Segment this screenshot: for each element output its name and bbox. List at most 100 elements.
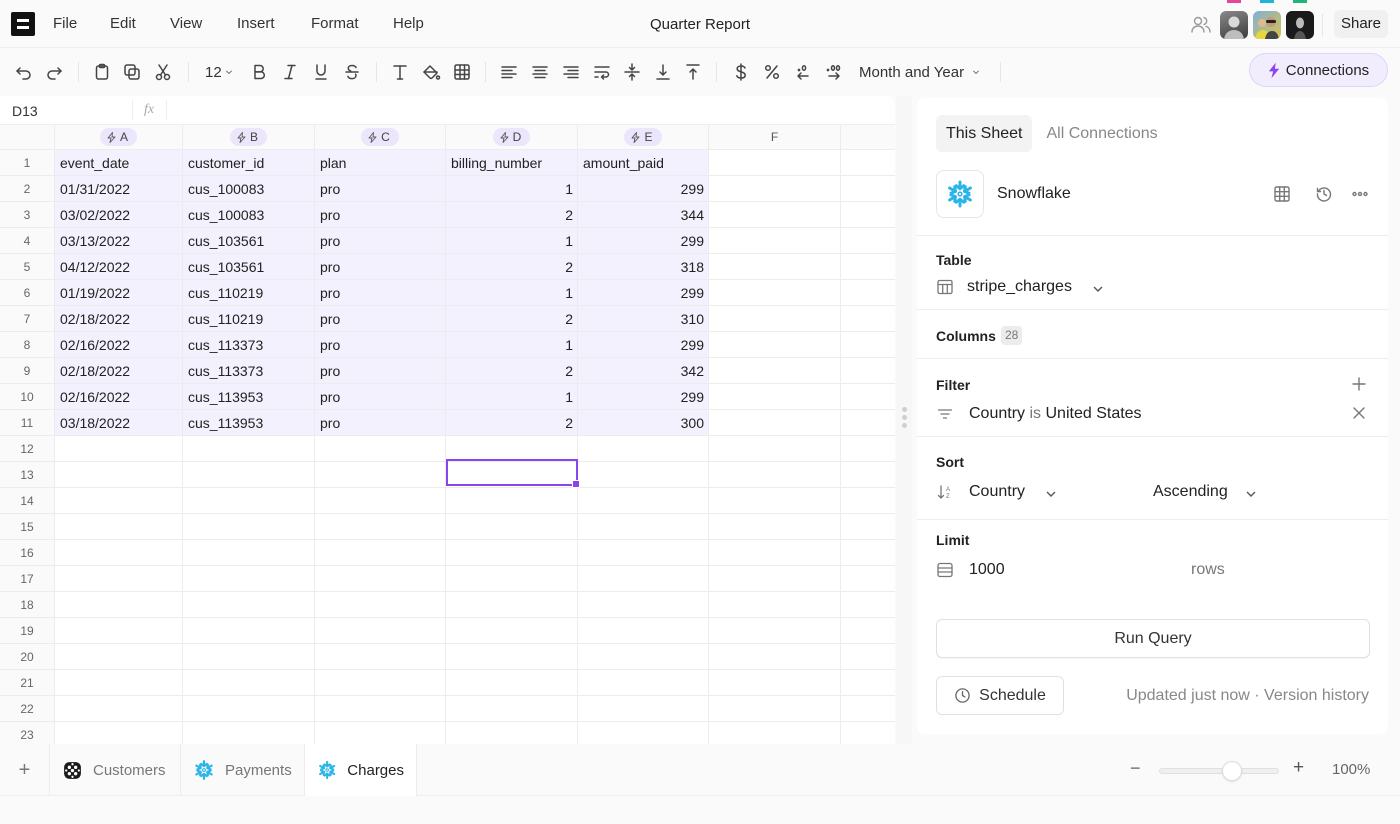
cell[interactable] <box>315 644 446 670</box>
cell[interactable] <box>841 280 895 306</box>
cell[interactable] <box>841 722 895 744</box>
chevron-down-icon[interactable] <box>1045 487 1057 499</box>
header-cell[interactable]: plan <box>315 150 446 176</box>
cell[interactable]: cus_100083 <box>183 176 315 202</box>
columns-label[interactable]: Columns <box>936 328 996 344</box>
cell[interactable]: pro <box>315 280 446 306</box>
cell[interactable] <box>183 540 315 566</box>
cell[interactable] <box>183 462 315 488</box>
cell[interactable] <box>578 514 709 540</box>
header-cell[interactable]: billing_number <box>446 150 578 176</box>
cell[interactable] <box>578 644 709 670</box>
cell[interactable] <box>55 696 183 722</box>
cell[interactable]: 1 <box>446 384 578 410</box>
selected-cell-outline[interactable] <box>446 459 580 488</box>
schedule-button[interactable]: Schedule <box>936 676 1064 715</box>
row-header[interactable]: 4 <box>0 228 55 254</box>
row-header[interactable]: 1 <box>0 150 55 176</box>
cell[interactable] <box>709 280 841 306</box>
cell[interactable] <box>841 228 895 254</box>
cell[interactable] <box>841 436 895 462</box>
row-header[interactable]: 5 <box>0 254 55 280</box>
cell[interactable]: 1 <box>446 228 578 254</box>
cell-reference[interactable]: D13 <box>12 103 38 119</box>
number-format-select[interactable]: Month and Year <box>859 64 964 81</box>
cell[interactable]: 310 <box>578 306 709 332</box>
cell[interactable] <box>709 228 841 254</box>
cell[interactable] <box>446 488 578 514</box>
cell[interactable] <box>841 254 895 280</box>
cell[interactable]: 02/16/2022 <box>55 332 183 358</box>
cell[interactable] <box>55 644 183 670</box>
sheet-tab-charges[interactable]: Charges <box>305 744 417 796</box>
row-header[interactable]: 11 <box>0 410 55 436</box>
cell[interactable] <box>315 566 446 592</box>
row-header[interactable]: 20 <box>0 644 55 670</box>
cell[interactable] <box>55 670 183 696</box>
cell[interactable]: 1 <box>446 332 578 358</box>
cell[interactable]: 03/13/2022 <box>55 228 183 254</box>
filter-condition[interactable]: Country is United States <box>969 405 1142 423</box>
cell[interactable] <box>841 176 895 202</box>
cell[interactable] <box>709 306 841 332</box>
cell[interactable] <box>183 670 315 696</box>
cell[interactable] <box>841 358 895 384</box>
column-header-b[interactable]: B <box>183 125 315 150</box>
underline-icon[interactable] <box>309 60 333 84</box>
cell[interactable] <box>709 722 841 744</box>
cell[interactable] <box>709 488 841 514</box>
cell[interactable]: pro <box>315 202 446 228</box>
users-icon[interactable] <box>1190 14 1212 36</box>
zoom-slider[interactable] <box>1159 761 1279 781</box>
cell[interactable] <box>578 488 709 514</box>
vertical-align-middle-icon[interactable] <box>620 60 644 84</box>
cell[interactable]: 02/18/2022 <box>55 306 183 332</box>
column-header-e[interactable]: E <box>578 125 709 150</box>
cell[interactable] <box>841 202 895 228</box>
row-header[interactable]: 3 <box>0 202 55 228</box>
avatar[interactable] <box>1253 11 1281 39</box>
cell[interactable]: 299 <box>578 384 709 410</box>
limit-input[interactable]: 1000 <box>969 561 1005 579</box>
cell[interactable]: 2 <box>446 410 578 436</box>
cell[interactable]: 01/19/2022 <box>55 280 183 306</box>
row-header[interactable]: 15 <box>0 514 55 540</box>
cell[interactable] <box>446 566 578 592</box>
cell[interactable] <box>709 410 841 436</box>
italic-icon[interactable] <box>278 60 302 84</box>
menu-view[interactable]: View <box>170 15 202 32</box>
header-cell[interactable]: amount_paid <box>578 150 709 176</box>
cell[interactable] <box>183 514 315 540</box>
cell[interactable] <box>709 176 841 202</box>
cell[interactable]: cus_113953 <box>183 384 315 410</box>
cell[interactable] <box>183 696 315 722</box>
sort-order-select[interactable]: Ascending <box>1153 483 1228 501</box>
chevron-down-icon[interactable] <box>222 60 236 84</box>
cell[interactable] <box>183 488 315 514</box>
cell[interactable] <box>55 592 183 618</box>
cell[interactable] <box>183 618 315 644</box>
cell[interactable]: 02/18/2022 <box>55 358 183 384</box>
version-history-link[interactable]: Updated just now · Version history <box>1126 687 1369 705</box>
cell[interactable]: cus_103561 <box>183 228 315 254</box>
cell[interactable] <box>709 358 841 384</box>
menu-help[interactable]: Help <box>393 15 424 32</box>
cell[interactable] <box>55 462 183 488</box>
header-cell[interactable]: event_date <box>55 150 183 176</box>
more-options-icon[interactable] <box>1350 184 1370 204</box>
cell[interactable]: 1 <box>446 176 578 202</box>
row-header[interactable]: 8 <box>0 332 55 358</box>
cell[interactable] <box>841 540 895 566</box>
chevron-down-icon[interactable] <box>969 60 983 84</box>
cell[interactable]: 342 <box>578 358 709 384</box>
add-filter-icon[interactable] <box>1349 374 1369 394</box>
row-header[interactable]: 6 <box>0 280 55 306</box>
cell[interactable]: cus_113373 <box>183 358 315 384</box>
column-header-a[interactable]: A <box>55 125 183 150</box>
cell[interactable] <box>709 670 841 696</box>
panel-resize-handle[interactable] <box>896 96 912 744</box>
cell[interactable]: 03/18/2022 <box>55 410 183 436</box>
row-header[interactable]: 16 <box>0 540 55 566</box>
app-logo[interactable] <box>11 12 35 36</box>
cell[interactable] <box>841 462 895 488</box>
